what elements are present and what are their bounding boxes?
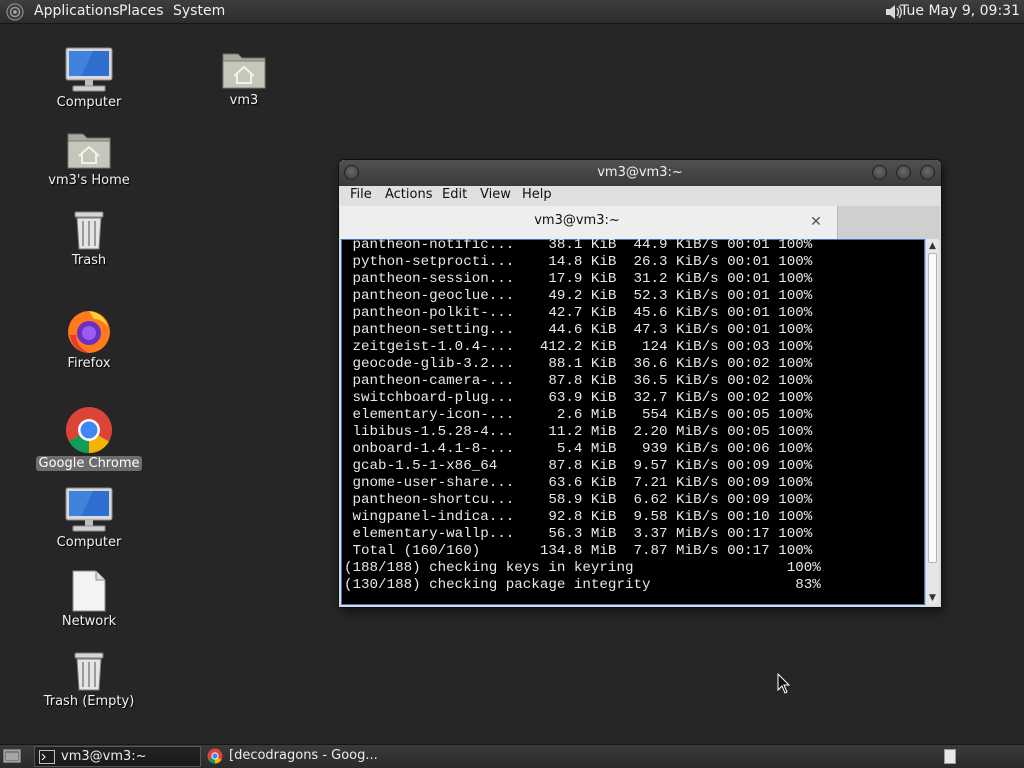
terminal-text: pantheon-notific... 38.1 KiB 44.9 KiB/s … [344,237,821,594]
terminal-line: pantheon-setting... 44.6 KiB 47.3 KiB/s … [344,322,813,338]
taskbar-item-terminal[interactable]: vm3@vm3:~ [34,746,201,767]
desktop-icon-network[interactable]: Network [34,569,144,629]
home-folder-icon [222,53,266,89]
desktop-icon-label: vm3 [229,93,259,108]
terminal-line: (130/188) checking package integrity 83% [344,577,821,593]
mouse-pointer-icon [777,673,791,694]
menu-actions[interactable]: Actions [385,186,433,204]
terminal-window: vm3@vm3:~ File Actions Edit View Help vm… [339,160,941,607]
desktop-icon-label: Computer [56,95,122,110]
document-icon [72,570,106,612]
menu-help[interactable]: Help [522,186,552,204]
home-folder-icon [67,133,111,169]
menu-edit[interactable]: Edit [442,186,467,204]
menu-file[interactable]: File [350,186,372,204]
clock[interactable]: Tue May 9, 09:31 [900,0,1020,22]
menu-system[interactable]: System [173,0,225,23]
terminal-line: gcab-1.5-1-x86_64 87.8 KiB 9.57 KiB/s 00… [344,458,813,474]
top-panel: Applications Places System Tue May 9, 09… [0,0,1024,24]
workspace-switcher[interactable] [944,749,956,764]
terminal-line: Total (160/160) 134.8 MiB 7.87 MiB/s 00:… [344,543,813,559]
desktop-icon-computer-2[interactable]: Computer [34,486,144,550]
terminal-line: elementary-icon-... 2.6 MiB 554 KiB/s 00… [344,407,813,423]
desktop-icon-label: Trash [71,253,107,268]
tab-title: vm3@vm3:~ [534,213,620,228]
chrome-icon [66,407,112,454]
trash-icon [74,211,104,250]
taskbar-item-label: [decodragons - Goog... [229,748,378,763]
desktop-icon-computer[interactable]: Computer [34,46,144,110]
desktop-icon-label: Computer [56,535,122,550]
terminal-line: (188/188) checking keys in keyring 100% [344,560,821,576]
terminal-line: geocode-glib-3.2... 88.1 KiB 36.6 KiB/s … [344,356,813,372]
terminal-icon [39,750,55,764]
terminal-line: gnome-user-share... 63.6 KiB 7.21 KiB/s … [344,475,813,491]
desktop-icon-label: Trash (Empty) [43,694,135,709]
menu-places[interactable]: Places [119,0,164,23]
terminal-line: onboard-1.4.1-8-... 5.4 MiB 939 KiB/s 00… [344,441,813,457]
computer-icon [65,487,113,532]
terminal-line: pantheon-geoclue... 49.2 KiB 52.3 KiB/s … [344,288,813,304]
desktop-icon-label: Network [61,614,117,629]
terminal-line: pantheon-polkit-... 42.7 KiB 45.6 KiB/s … [344,305,813,321]
desktop-icon-trash-empty[interactable]: Trash (Empty) [34,649,144,709]
terminal-line: pantheon-session... 17.9 KiB 31.2 KiB/s … [344,271,813,287]
scrollbar-thumb[interactable] [928,253,937,563]
desktop-icon-label: Firefox [67,356,111,371]
computer-icon [65,47,113,92]
trash-icon [74,652,104,691]
desktop-icon-label: vm3's Home [48,173,130,188]
window-title: vm3@vm3:~ [597,165,683,180]
taskbar-item-label: vm3@vm3:~ [61,749,147,764]
terminal-output[interactable]: pantheon-notific... 38.1 KiB 44.9 KiB/s … [341,237,925,605]
terminal-menubar: File Actions Edit View Help [340,186,940,206]
terminal-line: python-setprocti... 14.8 KiB 26.3 KiB/s … [344,254,813,270]
close-window-icon[interactable] [920,165,935,180]
tab-terminal[interactable]: vm3@vm3:~ ✕ [340,206,838,239]
terminal-line: wingpanel-indica... 92.8 KiB 9.58 KiB/s … [344,509,813,525]
close-tab-icon[interactable]: ✕ [809,215,823,229]
tab-bar: vm3@vm3:~ ✕ [340,206,940,240]
terminal-line: switchboard-plug... 63.9 KiB 32.7 KiB/s … [344,390,813,406]
menu-view[interactable]: View [480,186,511,204]
terminal-line: pantheon-notific... 38.1 KiB 44.9 KiB/s … [344,237,813,253]
window-titlebar[interactable]: vm3@vm3:~ [339,160,941,186]
terminal-line: zeitgeist-1.0.4-... 412.2 KiB 124 KiB/s … [344,339,813,355]
desktop-icon-vm3[interactable]: vm3 [189,48,299,108]
terminal-line: pantheon-shortcu... 58.9 KiB 6.62 KiB/s … [344,492,813,508]
terminal-line: libibus-1.5.28-4... 11.2 MiB 2.20 MiB/s … [344,424,813,440]
show-desktop-icon[interactable] [3,749,21,764]
scroll-down-arrow-icon[interactable]: ▼ [926,592,939,604]
firefox-icon [68,311,110,353]
taskbar-item-chrome[interactable]: [decodragons - Goog... [203,746,393,767]
menu-applications[interactable]: Applications [34,0,120,23]
minimize-icon[interactable] [872,165,887,180]
desktop-icon-google-chrome[interactable]: Google Chrome [34,405,144,471]
terminal-line: pantheon-camera-... 87.8 KiB 36.5 KiB/s … [344,373,813,389]
terminal-line: elementary-wallp... 56.3 MiB 3.37 MiB/s … [344,526,813,542]
desktop-icon-firefox[interactable]: Firefox [34,305,144,371]
chrome-icon [207,748,223,764]
scroll-up-arrow-icon[interactable]: ▲ [926,240,939,252]
terminal-scrollbar[interactable]: ▲ ▼ [925,239,939,605]
maximize-icon[interactable] [896,165,911,180]
desktop-icon-trash[interactable]: Trash [34,208,144,268]
desktop-icon-label: Google Chrome [35,456,143,471]
gnome-foot-icon[interactable] [6,3,24,21]
desktop-icon-vm3-home[interactable]: vm3's Home [34,128,144,188]
bottom-panel: vm3@vm3:~ [decodragons - Goog... [0,744,1024,768]
